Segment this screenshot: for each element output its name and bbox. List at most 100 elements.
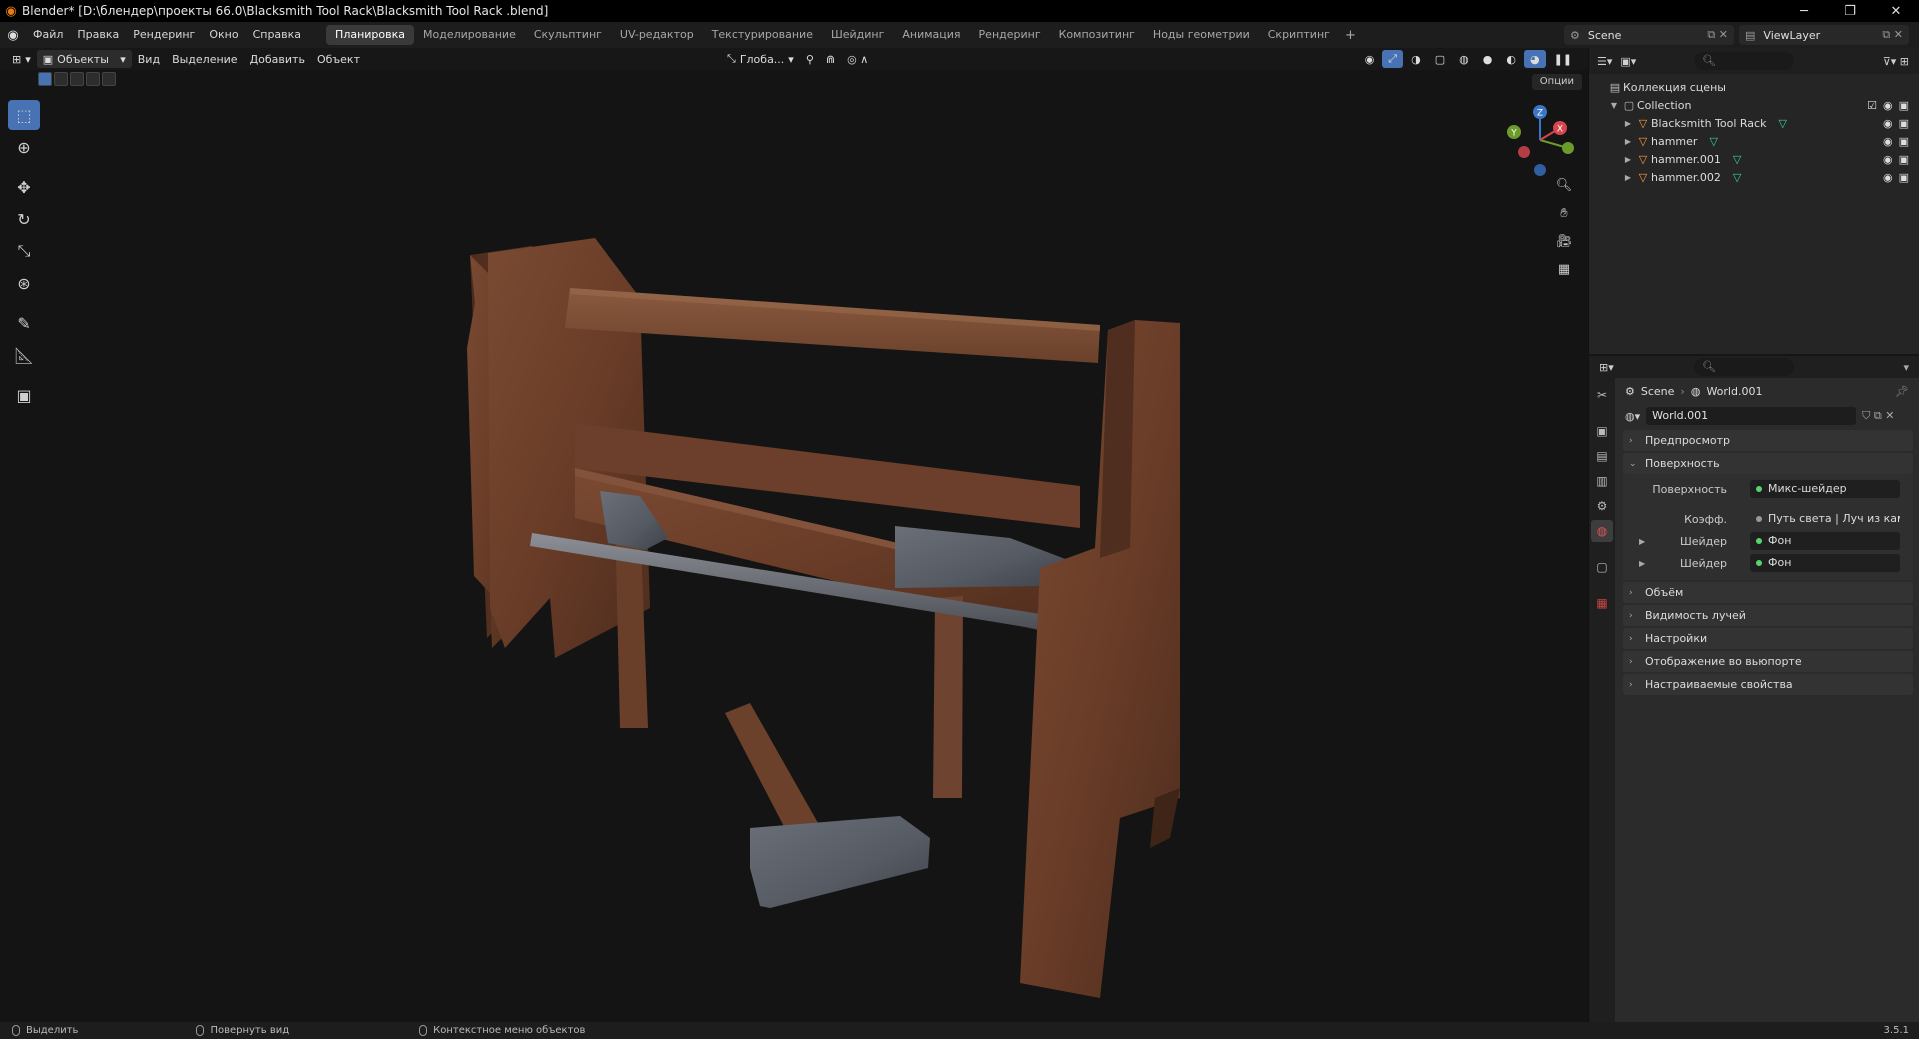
surface-shader-field[interactable]: Микс-шейдер — [1750, 480, 1900, 498]
neg-x-axis-handle[interactable] — [1518, 146, 1530, 158]
tab-rendering[interactable]: Рендеринг — [970, 25, 1050, 45]
mesh-data-icon[interactable]: ▽ — [1733, 171, 1741, 184]
minimize-button[interactable]: ─ — [1781, 0, 1827, 22]
blender-menu-icon[interactable]: ◉ — [0, 28, 26, 43]
panel-settings[interactable]: › Настройки — [1623, 628, 1913, 649]
shader-field[interactable]: Фон — [1750, 532, 1900, 550]
panel-volume[interactable]: › Объём — [1623, 582, 1913, 603]
scene-collection-row[interactable]: ▤ Коллекция сцены — [1589, 78, 1919, 96]
add-cube-tool[interactable]: ▣ — [8, 380, 40, 410]
menu-object[interactable]: Объект — [311, 50, 366, 68]
zoom-icon[interactable]: 🔍︎ — [1552, 173, 1576, 197]
scale-tool[interactable]: ⤡ — [8, 236, 40, 266]
tab-scripting[interactable]: Скриптинг — [1259, 25, 1339, 45]
3d-viewport[interactable]: ⊞ ▾ ▣ Объекты ▾ Вид Выделение Добавить Об… — [0, 48, 1588, 1022]
menu-edit[interactable]: Правка — [70, 22, 126, 48]
expand-triangle-icon[interactable]: ▶ — [1621, 137, 1635, 146]
collection-tab-icon[interactable]: ▢ — [1591, 556, 1613, 578]
eye-icon[interactable]: ◉ — [1883, 171, 1893, 184]
neg-z-axis-handle[interactable] — [1534, 164, 1546, 176]
select-invert-button[interactable] — [86, 72, 100, 86]
menu-help[interactable]: Справка — [246, 22, 308, 48]
pan-hand-icon[interactable]: ✋︎ — [1552, 201, 1576, 225]
navigation-gizmo[interactable]: Z X Y — [1500, 100, 1580, 180]
properties-search-field[interactable]: 🔍︎ — [1694, 358, 1794, 376]
eye-icon[interactable]: ◉ — [1883, 153, 1893, 166]
right-post-side[interactable] — [1100, 320, 1135, 558]
xray-toggle[interactable]: ▢ — [1429, 50, 1451, 68]
checkbox-icon[interactable]: ☑ — [1867, 99, 1877, 112]
grid-icon[interactable]: ▦ — [1552, 257, 1576, 281]
shading-wireframe[interactable]: ◍ — [1453, 50, 1475, 68]
display-mode-icon[interactable]: ▣▾ — [1620, 55, 1636, 68]
outliner-editor-icon[interactable]: ☰▾ — [1597, 55, 1612, 68]
neg-y-axis-handle[interactable] — [1562, 142, 1574, 154]
tab-sculpting[interactable]: Скульптинг — [525, 25, 611, 45]
floor-hammer-head[interactable] — [750, 816, 930, 908]
menu-render[interactable]: Рендеринг — [126, 22, 202, 48]
tab-shading[interactable]: Шейдинг — [822, 25, 893, 45]
render-camera-icon[interactable]: ▣ — [1899, 117, 1909, 130]
shading-material[interactable]: ◐ — [1500, 50, 1522, 68]
world-name-field[interactable]: World.001 — [1646, 407, 1857, 425]
mesh-data-icon[interactable]: ▽ — [1709, 135, 1717, 148]
tab-texture-paint[interactable]: Текстурирование — [703, 25, 822, 45]
tab-modeling[interactable]: Моделирование — [414, 25, 525, 45]
right-post[interactable] — [1020, 320, 1180, 998]
render-camera-icon[interactable]: ▣ — [1899, 135, 1909, 148]
panel-custom-properties[interactable]: › Настраиваемые свойства — [1623, 674, 1913, 695]
rotate-tool[interactable]: ↻ — [8, 204, 40, 234]
render-camera-icon[interactable]: ▣ — [1899, 153, 1909, 166]
shading-rendered[interactable]: ◕ — [1523, 50, 1546, 68]
texture-tab-icon[interactable]: ▦ — [1591, 592, 1613, 614]
cursor-tool[interactable]: ⊕ — [8, 132, 40, 162]
transform-tool[interactable]: ⊛ — [8, 268, 40, 298]
options-dropdown[interactable]: Опции — [1531, 74, 1582, 90]
eye-icon[interactable]: ◉ — [1883, 99, 1893, 112]
tab-uv-editing[interactable]: UV-редактор — [611, 25, 703, 45]
select-new-button[interactable] — [38, 72, 52, 86]
output-tab-icon[interactable]: ▤ — [1591, 445, 1613, 467]
outliner-object-row[interactable]: ▶ ▽ hammer.002 ▽ ◉ ▣ — [1589, 168, 1919, 186]
annotate-tool[interactable]: ✎ — [8, 308, 40, 338]
editor-type-button[interactable]: ⊞ ▾ — [6, 50, 37, 68]
filter-icon[interactable]: ⊽▾ ⊞ — [1883, 55, 1909, 68]
world-browse-icon[interactable]: ◍▾ — [1625, 410, 1640, 423]
menu-file[interactable]: Файл — [26, 22, 70, 48]
expand-triangle-icon[interactable]: ▶ — [1621, 155, 1635, 164]
scene-selector[interactable]: ⚙ Scene ⧉ ✕ — [1564, 25, 1734, 45]
eye-icon[interactable]: ◉ — [1883, 135, 1893, 148]
render-camera-icon[interactable]: ▣ — [1899, 171, 1909, 184]
floor-hammer-handle[interactable] — [725, 703, 818, 838]
mesh-data-icon[interactable]: ▽ — [1733, 153, 1741, 166]
proportional-edit-button[interactable]: ◎ ∧ — [841, 50, 874, 68]
menu-window[interactable]: Окно — [202, 22, 245, 48]
expand-triangle-icon[interactable]: ▶ — [1621, 119, 1635, 128]
render-tab-icon[interactable]: ▣ — [1591, 420, 1613, 442]
select-box-tool[interactable]: ⬚ — [8, 100, 40, 130]
scene-tab-icon[interactable]: ⚙ — [1591, 495, 1613, 517]
world-tab-icon[interactable]: ◍ — [1591, 520, 1613, 542]
pivot-point-button[interactable]: ⚲ — [800, 50, 820, 68]
eye-icon[interactable]: ◉ — [1883, 117, 1893, 130]
outliner-object-row[interactable]: ▶ ▽ hammer.001 ▽ ◉ ▣ — [1589, 150, 1919, 168]
shading-solid[interactable]: ● — [1477, 50, 1499, 68]
mesh-data-icon[interactable]: ▽ — [1778, 117, 1786, 130]
view-layer-selector[interactable]: ▤ ViewLayer ⧉ ✕ — [1739, 25, 1909, 45]
panel-ray-visibility[interactable]: › Видимость лучей — [1623, 605, 1913, 626]
expand-triangle-icon[interactable]: ▶ — [1639, 559, 1645, 568]
scene-render[interactable] — [0, 48, 1588, 1022]
pin-icon[interactable]: ⧉ ✕ — [1707, 28, 1728, 42]
tab-animation[interactable]: Анимация — [893, 25, 969, 45]
measure-tool[interactable]: 📐︎ — [8, 340, 40, 370]
snap-button[interactable]: ⋒ — [820, 50, 841, 68]
mode-dropdown[interactable]: ▣ Объекты ▾ — [36, 50, 132, 68]
select-intersect-button[interactable] — [102, 72, 116, 86]
panel-preview[interactable]: › Предпросмотр — [1623, 430, 1913, 451]
pin-icon[interactable]: 📌︎ — [1895, 385, 1909, 398]
factor-field[interactable]: Путь света | Луч из камеры — [1750, 510, 1900, 528]
gizmo-toggle[interactable]: ⤢ — [1382, 50, 1404, 68]
panel-viewport-display[interactable]: › Отображение во вьюпорте — [1623, 651, 1913, 672]
expand-triangle-icon[interactable]: ▼ — [1607, 101, 1621, 110]
tab-geometry-nodes[interactable]: Ноды геометрии — [1144, 25, 1259, 45]
